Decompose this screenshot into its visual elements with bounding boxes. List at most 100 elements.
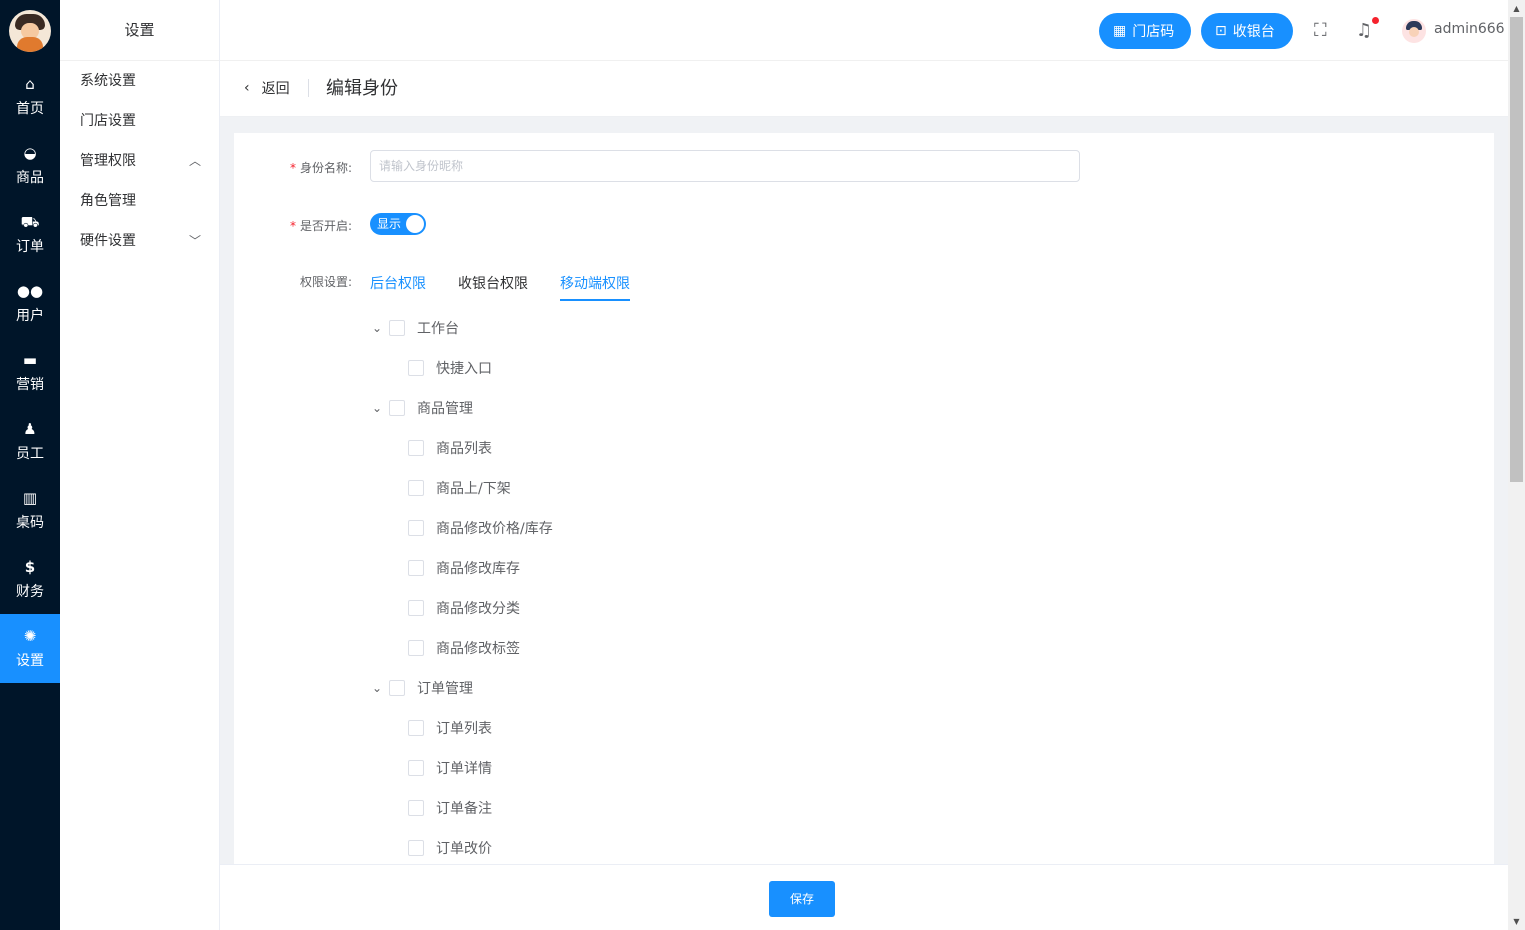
nav-finance[interactable]: $ 财务	[0, 545, 60, 614]
tree-leaf-label: 商品修改分类	[436, 601, 520, 617]
role-name-input[interactable]: 请输入身份昵称	[370, 150, 1080, 182]
nav-orders[interactable]: ⛟ 订单	[0, 200, 60, 269]
tree-leaf[interactable]: 快捷入口	[408, 358, 492, 378]
checkbox[interactable]	[408, 760, 424, 776]
checkbox[interactable]	[389, 680, 405, 696]
cashier-button[interactable]: ⊡ 收银台	[1201, 13, 1293, 49]
scroll-down-icon[interactable]: ▼	[1508, 913, 1525, 930]
user-avatar[interactable]	[1402, 19, 1426, 43]
submenu-item-store[interactable]: 门店设置	[60, 101, 219, 141]
tree-leaf[interactable]: 订单备注	[408, 798, 492, 818]
tree-node-goods[interactable]: ⌄ 商品管理	[369, 398, 473, 418]
checkbox[interactable]	[408, 840, 424, 856]
checkbox[interactable]	[389, 320, 405, 336]
checkbox[interactable]	[408, 560, 424, 576]
tree-leaf-label: 订单列表	[436, 721, 492, 737]
nav-table-code[interactable]: ▥ 桌码	[0, 476, 60, 545]
tab-cashier[interactable]: 收银台权限	[458, 273, 528, 301]
cart-icon: ⛟	[20, 212, 40, 231]
scroll-thumb[interactable]	[1510, 17, 1523, 482]
back-button[interactable]: ‹ 返回	[244, 78, 290, 98]
nav-users[interactable]: ●● 用户	[0, 269, 60, 338]
tree-node-orders[interactable]: ⌄ 订单管理	[369, 678, 473, 698]
chevron-left-icon: ‹	[244, 80, 250, 96]
tree-leaf[interactable]: 订单改价	[408, 838, 492, 858]
tab-mobile[interactable]: 移动端权限	[560, 273, 630, 301]
checkbox[interactable]	[408, 520, 424, 536]
tree-leaf-label: 商品修改标签	[436, 641, 520, 657]
checkbox[interactable]	[408, 440, 424, 456]
logo	[0, 0, 60, 62]
checkbox[interactable]	[408, 360, 424, 376]
checkbox[interactable]	[408, 800, 424, 816]
nav-staff-label: 员工	[16, 445, 44, 462]
submenu-item-system[interactable]: 系统设置	[60, 61, 219, 101]
scrollbar[interactable]: ▲ ▼	[1508, 0, 1525, 930]
checkbox[interactable]	[408, 600, 424, 616]
enabled-label-text: 是否开启:	[299, 219, 352, 233]
save-button[interactable]: 保存	[769, 881, 835, 917]
chevron-down-icon[interactable]: ⌄	[369, 681, 385, 695]
tab-backend[interactable]: 后台权限	[370, 273, 426, 301]
submenu-item-roles[interactable]: 角色管理	[60, 181, 219, 221]
tree-leaf[interactable]: 商品修改库存	[408, 558, 520, 578]
tree-node-workbench[interactable]: ⌄ 工作台	[369, 318, 459, 338]
username[interactable]: admin666	[1434, 21, 1505, 37]
tree-leaf[interactable]: 订单列表	[408, 718, 492, 738]
tree-node-label: 商品管理	[417, 401, 473, 417]
tree-leaf[interactable]: 商品修改价格/库存	[408, 518, 553, 538]
enabled-label: * 是否开启:	[234, 217, 352, 234]
store-code-label: 门店码	[1132, 24, 1175, 40]
chevron-down-icon[interactable]: ⌄	[369, 321, 385, 335]
tree-leaf-label: 商品修改价格/库存	[436, 521, 553, 537]
permission-label: 权限设置:	[299, 275, 352, 289]
submenu-item-label: 门店设置	[80, 113, 136, 129]
submenu-item-permissions[interactable]: 管理权限 ︿	[60, 141, 219, 181]
nav-staff[interactable]: ♟ 员工	[0, 407, 60, 476]
tree-leaf-label: 快捷入口	[436, 361, 492, 377]
chevron-down-icon[interactable]: ⌄	[369, 401, 385, 415]
divider	[308, 79, 309, 97]
tree-leaf-label: 订单备注	[436, 801, 492, 817]
users-icon: ●●	[16, 281, 44, 300]
nav-marketing[interactable]: ▬ 营销	[0, 338, 60, 407]
basket-icon: ◒	[23, 143, 37, 162]
submenu-item-hardware[interactable]: 硬件设置 ﹀	[60, 221, 219, 261]
gift-icon: ▬	[22, 350, 38, 369]
switch-knob	[406, 215, 424, 233]
map-icon: ▥	[22, 488, 38, 507]
cashier-label: 收银台	[1232, 24, 1275, 40]
logo-avatar	[9, 10, 51, 52]
tree-leaf-label: 商品列表	[436, 441, 492, 457]
page-title: 编辑身份	[326, 78, 398, 99]
store-code-button[interactable]: ▦ 门店码	[1099, 13, 1191, 49]
tree-leaf[interactable]: 商品列表	[408, 438, 492, 458]
checkbox[interactable]	[408, 480, 424, 496]
cashier-icon: ⊡	[1215, 23, 1227, 39]
tree-leaf[interactable]: 商品修改标签	[408, 638, 520, 658]
submenu-item-label: 角色管理	[80, 193, 136, 209]
checkbox[interactable]	[408, 720, 424, 736]
nav-settings-label: 设置	[16, 652, 44, 669]
settings-submenu: 设置 系统设置 门店设置 管理权限 ︿ 角色管理 硬件设置 ﹀	[60, 0, 220, 930]
submenu-item-label: 硬件设置	[80, 233, 136, 249]
fullscreen-icon[interactable]: ⛶	[1314, 20, 1327, 41]
checkbox[interactable]	[408, 640, 424, 656]
tree-leaf[interactable]: 商品上/下架	[408, 478, 511, 498]
tree-leaf[interactable]: 订单详情	[408, 758, 492, 778]
bell-icon[interactable]: ♫	[1356, 20, 1372, 41]
nav-marketing-label: 营销	[16, 376, 44, 393]
tree-leaf[interactable]: 商品修改分类	[408, 598, 520, 618]
tree-leaf-label: 订单改价	[436, 841, 492, 857]
nav-settings[interactable]: ✺ 设置	[0, 614, 60, 683]
chevron-up-icon: ︿	[188, 154, 201, 168]
name-label: * 身份名称:	[234, 159, 352, 176]
checkbox[interactable]	[389, 400, 405, 416]
required-mark: *	[289, 161, 296, 175]
nav-goods[interactable]: ◒ 商品	[0, 131, 60, 200]
tree-node-label: 订单管理	[417, 681, 473, 697]
submenu-item-label: 管理权限	[80, 153, 136, 169]
enabled-switch[interactable]: 显示	[370, 213, 426, 235]
scroll-up-icon[interactable]: ▲	[1508, 0, 1525, 17]
nav-home[interactable]: ⌂ 首页	[0, 62, 60, 131]
